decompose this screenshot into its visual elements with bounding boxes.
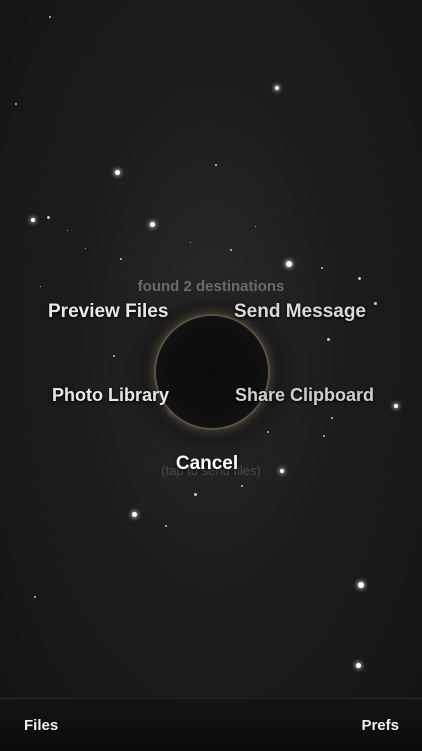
star xyxy=(49,16,51,18)
star xyxy=(193,492,197,496)
bottom-toolbar: Files Prefs xyxy=(0,698,422,751)
star xyxy=(15,103,17,105)
status-text: found 2 destinations xyxy=(137,278,285,295)
star xyxy=(66,229,68,231)
star xyxy=(120,258,122,260)
star xyxy=(230,249,232,251)
share-clipboard-button[interactable]: Share Clipboard xyxy=(235,385,374,406)
star xyxy=(84,247,86,249)
star xyxy=(114,169,120,175)
preview-files-button[interactable]: Preview Files xyxy=(48,301,168,323)
star xyxy=(149,221,155,227)
star xyxy=(165,525,167,527)
star xyxy=(394,404,398,408)
star xyxy=(321,267,323,269)
cancel-button[interactable]: Cancel xyxy=(0,453,414,475)
star xyxy=(326,337,330,341)
radar-ring[interactable] xyxy=(156,316,268,428)
star xyxy=(31,218,35,222)
star xyxy=(358,582,364,588)
photo-library-button[interactable]: Photo Library xyxy=(52,385,169,406)
star xyxy=(215,164,217,166)
star xyxy=(331,417,333,419)
star xyxy=(34,596,36,598)
star xyxy=(373,301,377,305)
files-button[interactable]: Files xyxy=(24,717,58,734)
star xyxy=(113,355,115,357)
star xyxy=(241,485,243,487)
star xyxy=(355,662,361,668)
star xyxy=(275,86,279,90)
star xyxy=(286,261,292,267)
star xyxy=(46,215,50,219)
star xyxy=(254,225,256,227)
star xyxy=(323,435,325,437)
send-message-button[interactable]: Send Message xyxy=(234,301,366,323)
star xyxy=(189,241,191,243)
star xyxy=(267,431,269,433)
prefs-button[interactable]: Prefs xyxy=(361,717,399,734)
star xyxy=(131,511,137,517)
